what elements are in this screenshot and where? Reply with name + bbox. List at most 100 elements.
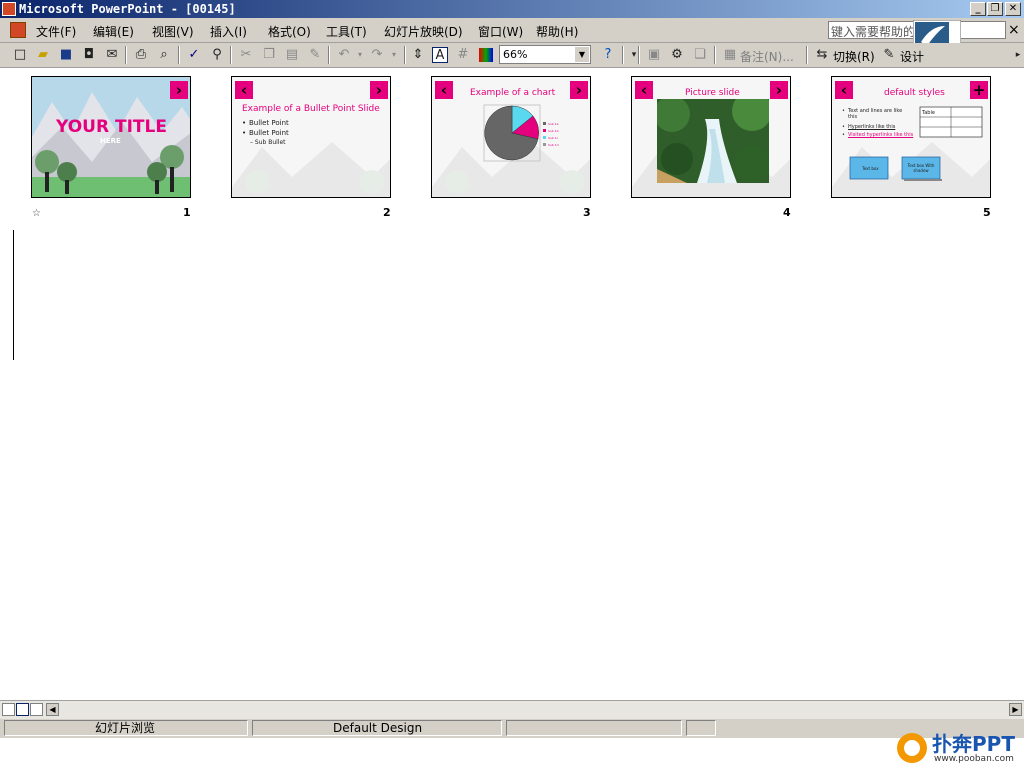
save-icon[interactable]: ■	[58, 47, 74, 63]
design-button[interactable]: 设计	[900, 48, 924, 65]
waterfall-photo	[657, 99, 769, 183]
design-icon[interactable]: ✎	[881, 47, 897, 63]
undo-icon[interactable]: ↶	[336, 47, 352, 63]
slide-thumbnail-4[interactable]: ‹ › Picture slide	[631, 76, 791, 198]
prev-arrow-icon: ‹	[635, 81, 653, 99]
window-titlebar[interactable]: Microsoft PowerPoint - [00145] _ ❐ ✕	[0, 0, 1024, 18]
expand-all-icon[interactable]: ⇕	[410, 47, 426, 63]
insertion-caret	[13, 230, 14, 360]
status-view-name: 幻灯片浏览	[4, 720, 248, 736]
spelling-icon[interactable]: ✓	[186, 47, 202, 63]
copy-icon[interactable]: ❐	[261, 47, 277, 63]
slide-5-bullet-2: Hyperlinks like this	[848, 124, 896, 130]
format-painter-icon[interactable]: ✎	[307, 47, 323, 63]
research-icon[interactable]: ⚲	[209, 47, 225, 63]
slide-5-textbox-2: Text box With shadow	[907, 163, 935, 173]
new-icon[interactable]: □	[12, 47, 28, 63]
slide-1-title: YOUR TITLE	[56, 117, 167, 137]
open-icon[interactable]: ▰	[35, 47, 51, 63]
summary-slide-icon[interactable]: ❏	[692, 47, 708, 63]
notes-label[interactable]: 备注(N)...	[740, 48, 794, 65]
standard-toolbar: □ ▰ ■ ◘ ✉ ⎙ ⌕ ✓ ⚲ ✂ ❐ ▤ ✎ ↶ ▾ ↷ ▾ ⇕ A # …	[0, 43, 1024, 68]
legend-item: Sub 1a	[548, 122, 559, 126]
logo-url: www.pooban.com	[934, 754, 1014, 764]
legend-item: Sub 1d	[548, 143, 559, 147]
prev-arrow-icon: ‹	[235, 81, 253, 99]
slideshow-view-icon[interactable]	[30, 703, 43, 716]
view-scroll-bar[interactable]: ◀ ▶	[0, 700, 1024, 719]
document-icon[interactable]	[10, 22, 26, 38]
pooban-logo: 扑奔PPT www.pooban.com	[894, 726, 1024, 768]
slide-thumbnail-3[interactable]: ‹ › Example of a chart Sub 1a Sub 1b Sub…	[431, 76, 591, 198]
slide-thumbnail-1[interactable]: › YOUR TITLE HERE	[31, 76, 191, 198]
slide-2-bullet-1: Bullet Point	[249, 119, 289, 127]
menu-help[interactable]: 帮助(H)	[536, 23, 578, 40]
redo-dropdown-icon[interactable]: ▾	[386, 47, 402, 63]
slide-2-title: Example of a Bullet Point Slide	[242, 104, 380, 114]
undo-dropdown-icon[interactable]: ▾	[352, 47, 368, 63]
next-arrow-icon: ›	[170, 81, 188, 99]
menu-view[interactable]: 视图(V)	[152, 23, 194, 40]
help-icon[interactable]: ?	[600, 47, 616, 63]
status-pane-empty	[686, 720, 716, 736]
notes-icon[interactable]: ▦	[722, 47, 738, 63]
redo-icon[interactable]: ↷	[369, 47, 385, 63]
normal-view-icon[interactable]	[2, 703, 15, 716]
slide-thumbnail-5[interactable]: ‹ + default styles • Text and lines are …	[831, 76, 991, 198]
email-icon[interactable]: ✉	[104, 47, 120, 63]
slide-number-4: 4	[783, 206, 791, 219]
minimize-button[interactable]: _	[970, 2, 986, 16]
cut-icon[interactable]: ✂	[238, 47, 254, 63]
home-plus-icon: +	[970, 81, 988, 99]
transition-icon[interactable]: ⇆	[814, 47, 830, 63]
print-icon[interactable]: ⎙	[133, 47, 149, 63]
close-button[interactable]: ✕	[1005, 2, 1021, 16]
menu-window[interactable]: 窗口(W)	[478, 23, 523, 40]
logo-brand: 扑奔PPT	[932, 732, 1015, 756]
menu-edit[interactable]: 编辑(E)	[93, 23, 134, 40]
next-arrow-icon: ›	[370, 81, 388, 99]
slide-transition-icon[interactable]: ☆	[32, 208, 41, 219]
slide-thumbnail-2[interactable]: ‹ › Example of a Bullet Point Slide • Bu…	[231, 76, 391, 198]
restore-button[interactable]: ❐	[987, 2, 1003, 16]
scroll-right-icon[interactable]: ▶	[1009, 703, 1022, 716]
slide-2-bullet-2: Bullet Point	[249, 129, 289, 137]
menu-format[interactable]: 格式(O)	[268, 23, 311, 40]
next-arrow-icon: ›	[770, 81, 788, 99]
menu-insert[interactable]: 插入(I)	[210, 23, 247, 40]
menu-slideshow[interactable]: 幻灯片放映(D)	[384, 23, 463, 40]
grid-icon[interactable]: #	[455, 47, 471, 63]
slide-number-1: 1	[183, 206, 191, 219]
legend-item: Sub 1b	[548, 129, 559, 133]
scroll-left-icon[interactable]: ◀	[46, 703, 59, 716]
slide-sorter-view-icon[interactable]	[16, 703, 29, 716]
chevron-down-icon[interactable]: ▼	[575, 47, 589, 62]
slide-number-3: 3	[583, 206, 591, 219]
slide-2-sub-bullet: – Sub Bullet	[250, 139, 286, 146]
show-formatting-icon[interactable]: A	[432, 47, 448, 63]
paste-icon[interactable]: ▤	[284, 47, 300, 63]
powerpoint-app-icon[interactable]	[2, 2, 16, 16]
color-grayscale-icon[interactable]	[478, 47, 494, 63]
slide-2-background	[232, 77, 390, 197]
print-preview-icon[interactable]: ⌕	[156, 47, 172, 63]
slide-show-icon[interactable]: ▣	[646, 47, 662, 63]
hide-slide-icon[interactable]: ⚙	[669, 47, 685, 63]
menu-tools[interactable]: 工具(T)	[326, 23, 367, 40]
transition-button[interactable]: 切换(R)	[833, 48, 875, 65]
pooban-logo-mark	[897, 733, 927, 763]
menu-close-icon[interactable]: ×	[1008, 22, 1020, 38]
slide-5-title: default styles	[884, 88, 945, 98]
slide-5-bullet-3: Visited hyperlinks like this	[848, 132, 914, 138]
slide-5-bullet-1: Text and lines are like this	[848, 108, 903, 120]
slide-number-2: 2	[383, 206, 391, 219]
toolbar-overflow-icon[interactable]: ▸	[1010, 47, 1024, 63]
prev-arrow-icon: ‹	[435, 81, 453, 99]
slide-1-subtitle: HERE	[100, 137, 121, 145]
slide-sorter[interactable]: › YOUR TITLE HERE ☆ 1 ‹ › Example of a B…	[0, 68, 1024, 700]
slide-5-table-label: Table	[922, 110, 935, 116]
menu-file[interactable]: 文件(F)	[36, 23, 76, 40]
zoom-select[interactable]: 66% ▼	[499, 45, 591, 64]
slide-4-title: Picture slide	[685, 88, 740, 98]
permission-icon[interactable]: ◘	[81, 47, 97, 63]
